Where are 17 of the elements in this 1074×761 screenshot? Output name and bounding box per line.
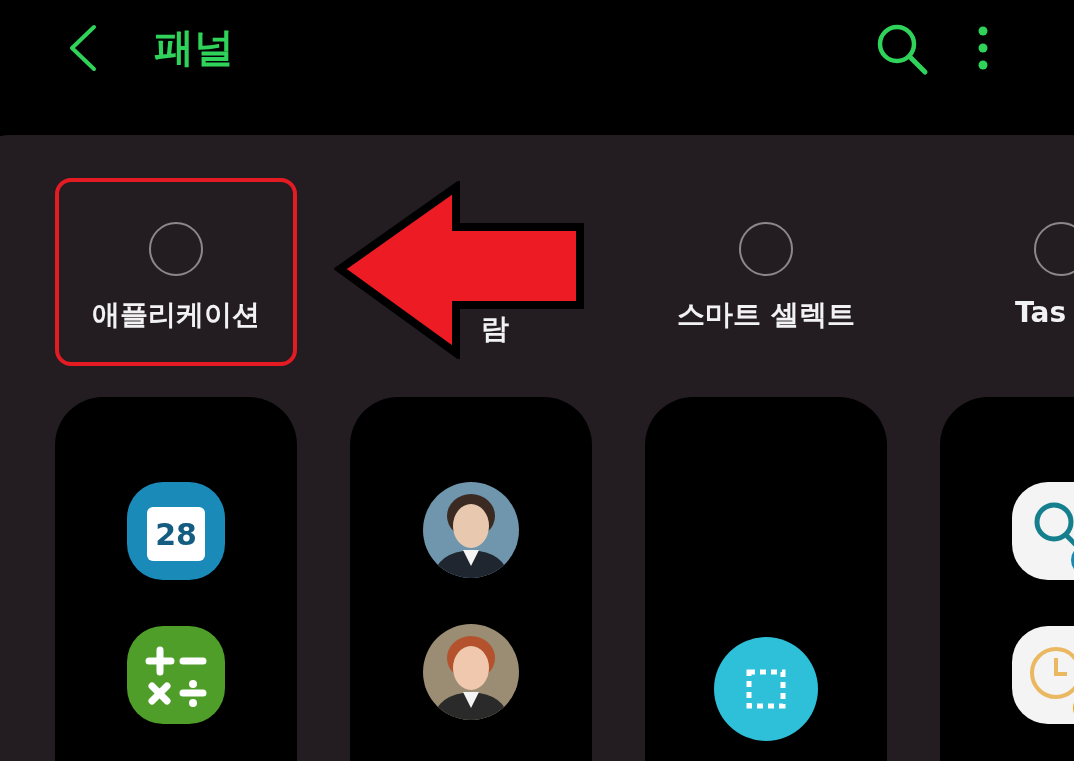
panel-label: 애플리케이션 xyxy=(92,297,260,333)
panel-label: 람 xyxy=(480,311,509,347)
calculator-app-icon[interactable] xyxy=(127,626,225,724)
radio-button[interactable] xyxy=(739,222,793,276)
screen-select-icon[interactable] xyxy=(714,637,818,741)
page-title: 패널 xyxy=(154,23,234,71)
panel-preview[interactable] xyxy=(645,397,887,761)
panel-label: 스마트 셀렉트 xyxy=(677,297,855,333)
radio-button[interactable] xyxy=(149,222,203,276)
panel-preview[interactable]: 28 xyxy=(55,397,297,761)
search-icon[interactable] xyxy=(875,22,929,76)
panel-preview[interactable] xyxy=(350,397,592,761)
more-options-icon[interactable] xyxy=(977,25,989,71)
radio-button[interactable] xyxy=(1034,222,1074,276)
panel-label: Tas xyxy=(1015,296,1067,329)
back-icon[interactable] xyxy=(68,24,98,72)
calendar-app-icon[interactable]: 28 xyxy=(127,482,225,580)
